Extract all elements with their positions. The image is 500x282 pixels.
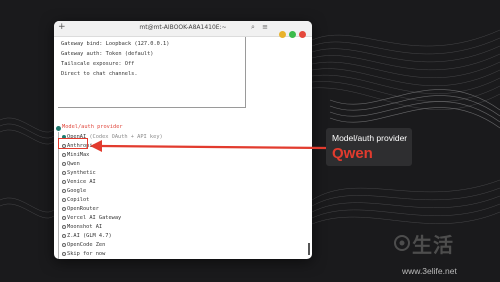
- radio-icon: [62, 215, 66, 220]
- watermark-url: www.3elife.net: [402, 266, 457, 276]
- terminal-content[interactable]: Gateway bind: Loopback (127.0.0.1) Gatew…: [54, 37, 312, 259]
- watermark-brand: 生活: [412, 233, 454, 257]
- radio-icon: [62, 170, 66, 175]
- option-opencode-zen[interactable]: OpenCode Zen: [62, 242, 105, 248]
- option-synthetic[interactable]: Synthetic: [62, 170, 96, 176]
- option-google[interactable]: Google: [62, 188, 86, 194]
- option-moonshot-ai[interactable]: Moonshot AI: [62, 224, 102, 230]
- radio-icon: [62, 233, 66, 238]
- radio-icon: [62, 161, 66, 166]
- info-line: Direct to chat channels.: [61, 71, 138, 77]
- info-line: Gateway bind: Loopback (127.0.0.1): [61, 41, 170, 47]
- annotation-callout: Model/auth provider Qwen: [326, 128, 412, 166]
- option-vercel-ai-gateway[interactable]: Vercel AI Gateway: [62, 215, 121, 221]
- prompt-guide-line: [58, 132, 59, 259]
- callout-title: Model/auth provider: [332, 133, 408, 143]
- option-zai[interactable]: Z.AI (GLM 4.7): [62, 233, 112, 239]
- radio-icon: [62, 188, 66, 193]
- radio-icon: [62, 152, 66, 157]
- option-venice-ai[interactable]: Venice AI: [62, 179, 96, 185]
- terminal-scrollbar[interactable]: [308, 243, 310, 255]
- search-icon[interactable]: ⌕: [251, 23, 255, 31]
- info-line: Tailscale exposure: Off: [61, 61, 135, 67]
- config-summary-box: Gateway bind: Loopback (127.0.0.1) Gatew…: [58, 37, 246, 108]
- info-line: Gateway auth: Token (default): [61, 51, 154, 57]
- radio-icon: [62, 179, 66, 184]
- radio-icon: [62, 251, 66, 256]
- title-bar: + mt@mt-AIBOOK-A8A1410E:~ ⌕ ≡: [54, 21, 312, 38]
- option-qwen[interactable]: Qwen: [62, 161, 80, 167]
- option-minimax[interactable]: MiniMax: [62, 152, 89, 158]
- option-skip-for-now[interactable]: Skip for now: [62, 251, 105, 257]
- radio-icon: [62, 197, 66, 202]
- menu-icon[interactable]: ≡: [262, 23, 268, 31]
- prompt-bullet-icon: [56, 126, 61, 131]
- watermark-logo-icon: [394, 235, 410, 251]
- window-title: mt@mt-AIBOOK-A8A1410E:~: [139, 24, 227, 31]
- option-openrouter[interactable]: OpenRouter: [62, 206, 99, 212]
- radio-icon: [62, 242, 66, 247]
- header-icons: ⌕ ≡: [246, 23, 268, 32]
- radio-icon: [62, 224, 66, 229]
- terminal-window: + mt@mt-AIBOOK-A8A1410E:~ ⌕ ≡ Gateway bi…: [54, 21, 312, 259]
- callout-highlight: Qwen: [332, 145, 373, 162]
- radio-icon: [62, 206, 66, 211]
- option-copilot[interactable]: Copilot: [62, 197, 89, 203]
- qwen-highlight-box: [58, 138, 88, 149]
- prompt-label: Model/auth provider: [62, 124, 123, 130]
